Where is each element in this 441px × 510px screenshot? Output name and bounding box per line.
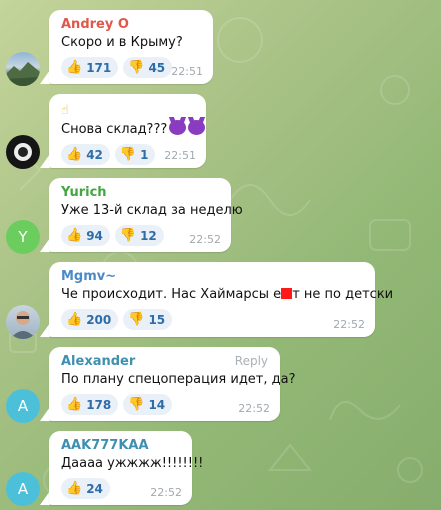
message-text: Скоро и в Крыму? <box>61 35 183 50</box>
dark-photo-icon <box>14 143 32 161</box>
censor-mark <box>281 288 293 299</box>
thumbs-up-icon: 👍 <box>66 60 83 75</box>
thumbs-up-icon: 👍 <box>66 147 83 162</box>
message-text: Уже 13-й склад за неделю <box>61 203 243 218</box>
reaction-count: 171 <box>86 60 112 75</box>
reaction-like[interactable]: 👍 178 <box>61 394 119 415</box>
reaction-dislike[interactable]: 👎 45 <box>123 57 173 78</box>
reaction-dislike[interactable]: 👎 15 <box>123 309 173 330</box>
landscape-photo-icon <box>6 62 40 86</box>
reaction-count: 200 <box>86 312 112 327</box>
message-text: Даааа ужжжж!!!!!!!! <box>61 456 204 471</box>
message-text: Че происходит. Нас Хаймарсы ет не по дет… <box>61 287 394 302</box>
timestamp: 22:52 <box>333 318 365 331</box>
avatar[interactable]: A <box>6 472 40 506</box>
sender-name[interactable]: Andrey O <box>61 17 203 33</box>
thumbs-up-icon: 👍 <box>66 397 83 412</box>
person-photo-icon <box>10 311 36 339</box>
reaction-like[interactable]: 👍 94 <box>61 225 110 246</box>
avatar-letter: A <box>17 397 29 415</box>
thumbs-down-icon: 👎 <box>128 60 145 75</box>
avatar[interactable]: A <box>6 389 40 423</box>
avatar[interactable]: Y <box>6 220 40 254</box>
thumbs-up-icon: 👍 <box>66 481 83 496</box>
reaction-like[interactable]: 👍 24 <box>61 478 110 499</box>
reply-button[interactable]: Reply <box>235 354 268 368</box>
message-text: По плану спецоперация идет, да? <box>61 372 296 387</box>
timestamp: 22:51 <box>164 149 196 162</box>
thumbs-down-icon: 👎 <box>128 312 145 327</box>
purple-demon-icon <box>188 120 206 135</box>
reaction-dislike[interactable]: 👎 14 <box>123 394 173 415</box>
purple-demon-icon <box>169 120 187 135</box>
thumbs-down-icon: 👎 <box>128 397 145 412</box>
reaction-dislike[interactable]: 👎 12 <box>114 225 164 246</box>
timestamp: 22:52 <box>238 402 270 415</box>
avatar-letter: A <box>17 480 29 498</box>
reaction-like[interactable]: 👍 42 <box>61 144 110 165</box>
reaction-like[interactable]: 👍 200 <box>61 309 119 330</box>
pointing-finger-icon: ☝ <box>61 103 69 118</box>
reaction-count: 94 <box>86 228 103 243</box>
message-text: Снова склад??? <box>61 120 206 139</box>
thumbs-down-icon: 👎 <box>119 228 137 243</box>
avatar-letter: Y <box>18 228 28 246</box>
reaction-count: 178 <box>86 397 112 412</box>
reaction-count: 15 <box>148 312 166 327</box>
timestamp: 22:52 <box>189 233 221 246</box>
sender-name[interactable]: AAK777KAA <box>61 438 182 454</box>
reaction-count: 12 <box>140 228 157 243</box>
reaction-count: 42 <box>86 147 103 162</box>
message-bubble[interactable]: ☝ Снова склад??? 👍 42 👎 1 22:51 <box>49 94 206 168</box>
timestamp: 22:51 <box>171 65 203 78</box>
timestamp: 22:52 <box>150 486 182 499</box>
avatar[interactable] <box>6 135 40 169</box>
message-bubble[interactable]: AAK777KAA Даааа ужжжж!!!!!!!! 👍 24 22:52 <box>49 431 204 505</box>
reactions: 👍 200 👎 15 <box>61 309 365 330</box>
reaction-count: 24 <box>86 481 103 496</box>
thumbs-up-icon: 👍 <box>66 228 83 243</box>
thumbs-up-icon: 👍 <box>66 312 83 327</box>
reaction-count: 1 <box>140 147 149 162</box>
message-bubble[interactable]: Andrey O Скоро и в Крыму? 👍 171 👎 45 22:51 <box>49 10 213 84</box>
reaction-dislike[interactable]: 👎 1 <box>114 144 156 165</box>
message-bubble[interactable]: Yurich Уже 13-й склад за неделю 👍 94 👎 12 … <box>49 178 243 252</box>
message-bubble[interactable]: Alexander Reply По плану спецоперация ид… <box>49 347 296 421</box>
message-bubble[interactable]: Mgmv~ Че происходит. Нас Хаймарсы ет не … <box>49 262 394 337</box>
thumbs-down-icon: 👎 <box>119 147 137 162</box>
sender-name[interactable]: Mgmv~ <box>61 269 365 285</box>
avatar[interactable] <box>6 52 40 86</box>
reaction-count: 14 <box>148 397 166 412</box>
emoji-line: ☝ <box>61 101 196 120</box>
reaction-count: 45 <box>148 60 166 75</box>
avatar[interactable] <box>6 305 40 339</box>
reaction-like[interactable]: 👍 171 <box>61 57 119 78</box>
sender-name[interactable]: Yurich <box>61 185 221 201</box>
